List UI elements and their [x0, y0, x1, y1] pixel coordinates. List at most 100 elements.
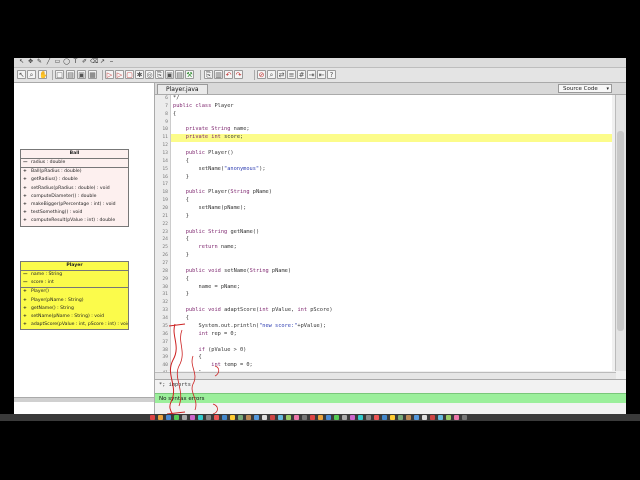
- dock-app-icon[interactable]: [190, 415, 195, 420]
- copy-icon[interactable]: ⎘: [204, 70, 213, 79]
- code-line[interactable]: {: [171, 111, 612, 119]
- class-method[interactable]: + Player(pName : String): [21, 297, 128, 305]
- code-line[interactable]: }: [171, 213, 612, 221]
- class-method[interactable]: + computeResult(pValue : int) : double: [21, 217, 128, 225]
- view-mode-select[interactable]: Source Code ▾: [558, 84, 612, 93]
- dock-app-icon[interactable]: [374, 415, 379, 420]
- code-line[interactable]: public void adaptScore(int pValue, int p…: [171, 307, 612, 315]
- dock-app-icon[interactable]: [334, 415, 339, 420]
- code-line[interactable]: private int score;: [171, 134, 612, 143]
- dock-app-icon[interactable]: [222, 415, 227, 420]
- class-method[interactable]: + adaptScore(pValue : int, pScore : int) …: [21, 321, 128, 329]
- select-icon[interactable]: ↖: [18, 59, 25, 65]
- find-icon[interactable]: ⌕: [267, 70, 276, 79]
- stop-icon[interactable]: ▢: [125, 70, 134, 79]
- vertical-scrollbar[interactable]: [615, 95, 626, 371]
- debug-icon[interactable]: ✱: [135, 70, 144, 79]
- dock-app-icon[interactable]: [278, 415, 283, 420]
- code-line[interactable]: setName(pName);: [171, 205, 612, 213]
- dock-app-icon[interactable]: [438, 415, 443, 420]
- dock-app-icon[interactable]: [262, 415, 267, 420]
- text-icon[interactable]: T: [72, 59, 79, 65]
- class-method[interactable]: + testSomething() : void: [21, 209, 128, 217]
- code-line[interactable]: [171, 299, 612, 307]
- uml-class-player[interactable]: Player — name : String — score : int + Playe…: [20, 261, 129, 331]
- break-icon[interactable]: ⊘: [257, 70, 266, 79]
- class-field[interactable]: — name : String: [21, 271, 128, 279]
- code-line[interactable]: */: [171, 95, 612, 103]
- code-line[interactable]: public Player(): [171, 150, 612, 158]
- dock-app-icon[interactable]: [446, 415, 451, 420]
- eraser-icon[interactable]: ⌫: [90, 59, 98, 65]
- zoom-icon[interactable]: ⌕: [27, 70, 36, 79]
- dock-app-icon[interactable]: [382, 415, 387, 420]
- print-icon[interactable]: ▦: [88, 70, 97, 79]
- code-line[interactable]: public void setName(String pName): [171, 268, 612, 276]
- code-line[interactable]: }: [171, 291, 612, 299]
- class-field[interactable]: — radius : double: [21, 159, 128, 167]
- code-line[interactable]: [171, 119, 612, 127]
- rect-icon[interactable]: ▭: [54, 59, 61, 65]
- slider-icon[interactable]: ⎯: [108, 59, 115, 65]
- dock-app-icon[interactable]: [326, 415, 331, 420]
- dock-app-icon[interactable]: [390, 415, 395, 420]
- code-text-area[interactable]: */public class Player{ private String na…: [171, 95, 612, 371]
- run-icon[interactable]: ▷: [105, 70, 114, 79]
- code-line[interactable]: return name;: [171, 244, 612, 252]
- dock-app-icon[interactable]: [182, 415, 187, 420]
- dock-app-icon[interactable]: [158, 415, 163, 420]
- dock-app-icon[interactable]: [270, 415, 275, 420]
- open-icon[interactable]: ▤: [66, 70, 75, 79]
- dock-app-icon[interactable]: [206, 415, 211, 420]
- code-line[interactable]: [171, 142, 612, 150]
- dock-app-icon[interactable]: [246, 415, 251, 420]
- code-line[interactable]: {: [171, 158, 612, 166]
- code-line[interactable]: }: [171, 252, 612, 260]
- class-method[interactable]: + Ball(pRadius : double): [21, 168, 128, 176]
- code-line[interactable]: [171, 221, 612, 229]
- save-icon[interactable]: ▣: [77, 70, 86, 79]
- class-field[interactable]: — score : int: [21, 279, 128, 287]
- package-icon[interactable]: ▤: [175, 70, 184, 79]
- code-line[interactable]: public class Player: [171, 103, 612, 111]
- class-method[interactable]: + Player(): [21, 288, 128, 296]
- dock-app-icon[interactable]: [430, 415, 435, 420]
- dock-app-icon[interactable]: [422, 415, 427, 420]
- code-line[interactable]: [171, 181, 612, 189]
- code-line[interactable]: }: [171, 370, 612, 371]
- dock-app-icon[interactable]: [310, 415, 315, 420]
- paste-icon[interactable]: ▥: [214, 70, 223, 79]
- line-icon[interactable]: ╱: [45, 59, 52, 65]
- code-line[interactable]: {: [171, 236, 612, 244]
- code-line[interactable]: {: [171, 197, 612, 205]
- outdent-icon[interactable]: ⇤: [317, 70, 326, 79]
- dock-app-icon[interactable]: [358, 415, 363, 420]
- horizontal-scrollbar[interactable]: [155, 372, 616, 379]
- code-line[interactable]: public String getName(): [171, 229, 612, 237]
- brush-icon[interactable]: ✐: [81, 59, 88, 65]
- dock-app-icon[interactable]: [366, 415, 371, 420]
- code-line[interactable]: if (pValue > 0): [171, 347, 612, 355]
- pointer-icon[interactable]: ↗: [99, 59, 106, 65]
- dock-app-icon[interactable]: [166, 415, 171, 420]
- dock-app-icon[interactable]: [454, 415, 459, 420]
- pane-divider[interactable]: [14, 397, 154, 402]
- dock-app-icon[interactable]: [150, 415, 155, 420]
- dock-app-icon[interactable]: [406, 415, 411, 420]
- class-method[interactable]: + makeBigger(pPercentage : int) : void: [21, 201, 128, 209]
- step-icon[interactable]: ▷: [115, 70, 124, 79]
- redo-icon[interactable]: ↷: [234, 70, 243, 79]
- code-line[interactable]: name = pName;: [171, 284, 612, 292]
- dock-app-icon[interactable]: [302, 415, 307, 420]
- new-icon[interactable]: □: [55, 70, 64, 79]
- dock-app-icon[interactable]: [254, 415, 259, 420]
- code-line[interactable]: public Player(String pName): [171, 189, 612, 197]
- code-line[interactable]: {: [171, 354, 612, 362]
- dock-app-icon[interactable]: [462, 415, 467, 420]
- replace-icon[interactable]: ⇄: [277, 70, 286, 79]
- code-line[interactable]: {: [171, 315, 612, 323]
- class-method[interactable]: + setRadius(pRadius : double) : void: [21, 185, 128, 193]
- code-line[interactable]: }: [171, 174, 612, 182]
- class-method[interactable]: + getRadius() : double: [21, 176, 128, 184]
- indent-icon[interactable]: ⇥: [307, 70, 316, 79]
